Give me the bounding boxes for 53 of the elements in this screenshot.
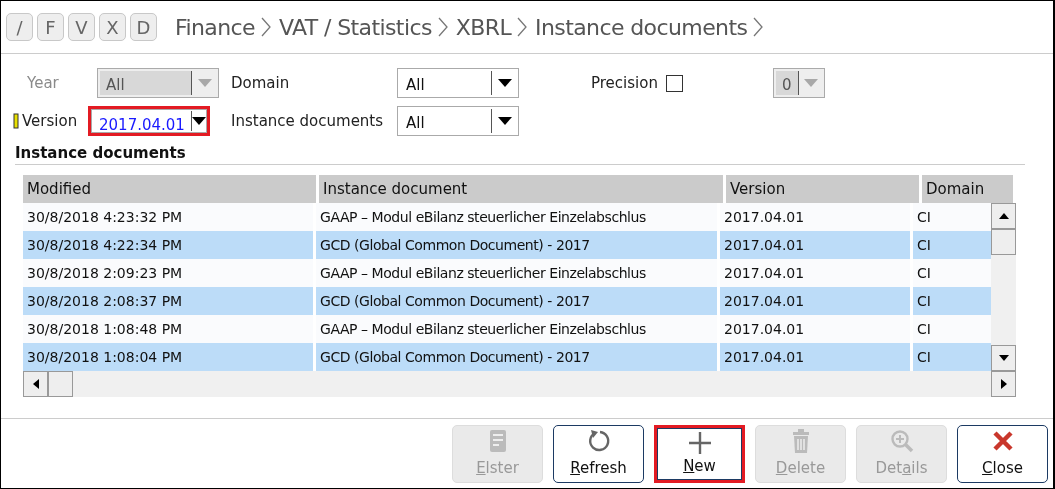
chevron-icon	[260, 17, 271, 37]
column-header[interactable]: Modified	[23, 175, 316, 203]
shortcut-key[interactable]: /	[6, 13, 33, 41]
breadcrumb-item[interactable]: XBRL	[455, 14, 512, 40]
table-cell-text: CI	[916, 292, 932, 311]
breadcrumb-item[interactable]: VAT / Statistics	[278, 14, 432, 40]
field-label: Domain	[231, 74, 291, 92]
table-cell-text: CI	[916, 208, 932, 227]
shortcut-key[interactable]: F	[37, 13, 64, 41]
column-header[interactable]: Version	[726, 175, 919, 203]
chevron-icon	[753, 17, 764, 37]
field-label: Year	[26, 74, 60, 92]
horizontal-scrollbar[interactable]	[23, 371, 1016, 397]
plus-icon	[687, 431, 712, 455]
caret-icon	[498, 79, 512, 87]
table-cell-text: CI	[916, 348, 932, 367]
field-label: Version	[22, 112, 79, 130]
dropdown[interactable]: 2017.04.01	[88, 106, 210, 136]
right-arrow-icon	[1000, 379, 1007, 389]
column-header[interactable]: Domain	[922, 175, 1013, 203]
breadcrumb-item[interactable]: Finance	[175, 14, 255, 40]
dropdown[interactable]: All	[397, 68, 519, 98]
left-arrow-icon	[32, 379, 39, 389]
close-icon	[990, 429, 1015, 453]
action-button[interactable]: Refresh	[553, 425, 644, 483]
field-label: Instance documents	[231, 112, 385, 130]
section-title: Instance documents	[15, 144, 1025, 165]
shortcut-key[interactable]: V	[68, 13, 95, 41]
scroll-thumb[interactable]	[48, 371, 73, 397]
column-header[interactable]: Instance document	[319, 175, 723, 203]
table-cell-text: CI	[916, 320, 932, 339]
chevron-icon	[517, 17, 528, 37]
action-button[interactable]: Close	[957, 425, 1048, 483]
field-label: Precision	[591, 74, 658, 92]
down-arrow-icon	[998, 355, 1009, 361]
shortcut-key[interactable]: D	[130, 13, 157, 41]
breadcrumb-item[interactable]: Instance documents	[535, 14, 748, 40]
dropdown[interactable]: All	[397, 106, 519, 136]
table-cell-text: CI	[916, 264, 932, 283]
scroll-thumb[interactable]	[991, 229, 1016, 255]
checkbox[interactable]	[665, 74, 683, 92]
up-arrow-icon	[998, 213, 1009, 219]
caret-icon	[804, 79, 819, 87]
caret-icon	[498, 117, 512, 125]
caret-icon	[198, 79, 212, 87]
vertical-scrollbar[interactable]	[991, 203, 1016, 371]
chevron-icon	[437, 17, 448, 37]
action-button[interactable]: New	[654, 425, 745, 483]
shortcut-key[interactable]: X	[99, 13, 126, 41]
zoom-in-icon	[889, 429, 914, 453]
refresh-icon	[586, 429, 611, 453]
caret-icon	[192, 117, 207, 125]
table-cell-text: CI	[916, 236, 932, 255]
